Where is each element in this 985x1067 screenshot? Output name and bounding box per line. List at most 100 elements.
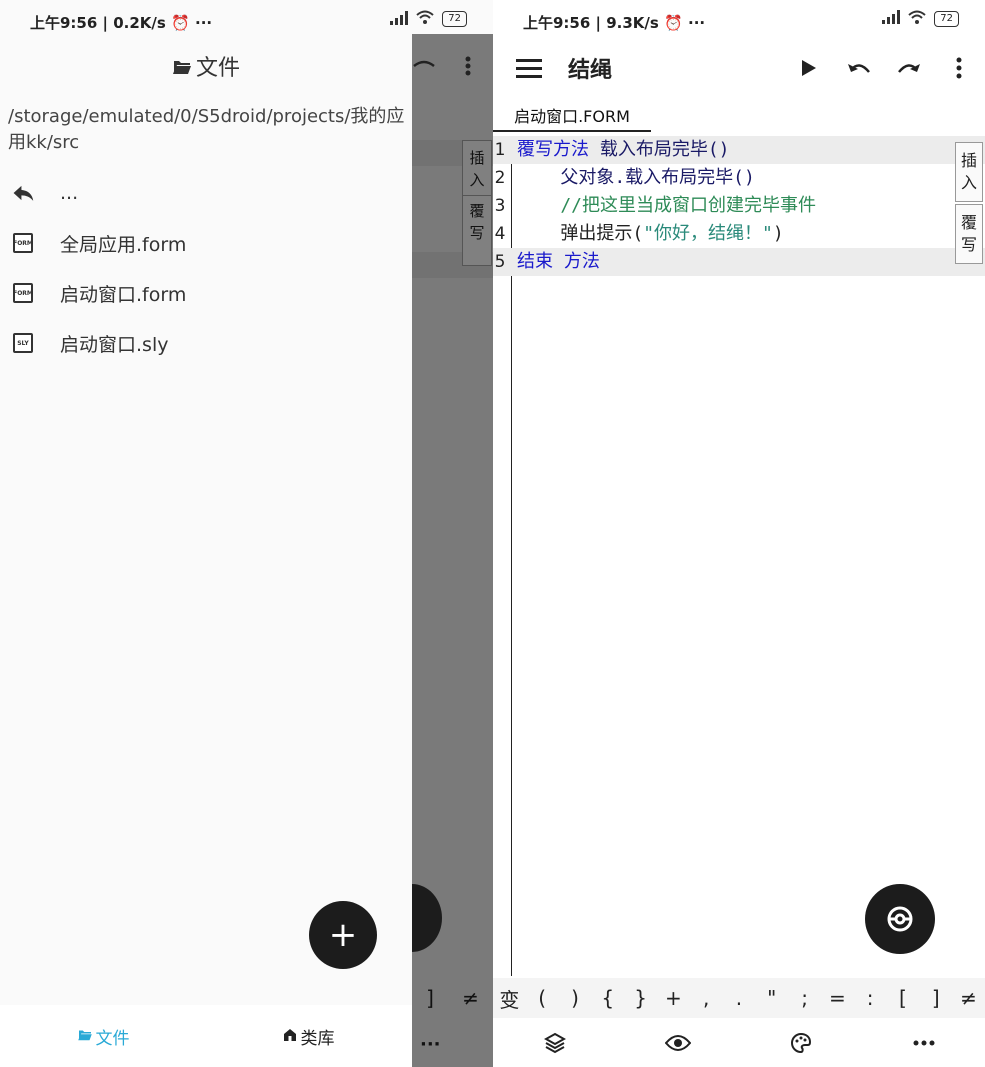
compile-icon xyxy=(887,906,913,932)
line-number: 2 xyxy=(494,168,506,188)
alarm-icon: ⏰ xyxy=(664,14,683,32)
eye-icon xyxy=(664,1034,691,1051)
keyword-token: 覆写方法 xyxy=(517,139,589,160)
side-btn-char: 覆 xyxy=(960,213,977,232)
file-list: ... FORM 全局应用.form FORM 启动窗口.form SLY 启动… xyxy=(0,168,412,368)
code-editor[interactable]: 1 覆写方法 载入布局完毕() 2 父对象.载入布局完毕() 3 //把这里当成… xyxy=(493,136,985,976)
dim-side-char: 写 xyxy=(469,224,485,242)
tab-startup-form[interactable]: 启动窗口.FORM xyxy=(493,100,651,132)
home-icon xyxy=(283,1026,296,1046)
preview-button[interactable] xyxy=(658,1023,698,1063)
list-item-file[interactable]: FORM 全局应用.form xyxy=(0,218,412,268)
dim-symbol: ] xyxy=(426,986,434,1010)
string-token: "你好，结绳！" xyxy=(643,223,773,244)
form-file-icon: FORM xyxy=(12,282,34,304)
code-line[interactable]: 4 弹出提示("你好，结绳！") xyxy=(493,220,985,248)
undo-button[interactable] xyxy=(843,52,875,84)
dim-side-char: 入 xyxy=(469,171,485,189)
layers-icon xyxy=(543,1032,566,1053)
drawer-title-text: 文件 xyxy=(195,56,240,81)
code-line[interactable]: 5 结束 方法 xyxy=(493,248,985,276)
overwrite-button[interactable]: 覆 写 xyxy=(955,204,983,264)
symbol-key[interactable]: [ xyxy=(892,986,914,1010)
run-button[interactable] xyxy=(793,52,825,84)
wifi-icon xyxy=(908,10,926,28)
current-path: /storage/emulated/0/S5droid/projects/我的应… xyxy=(8,106,405,153)
list-item-parent[interactable]: ... xyxy=(0,168,412,218)
symbol-key[interactable]: ) xyxy=(564,986,586,1010)
status-time: 上午9:56 | 9.3K/s ⏰ ··· xyxy=(523,12,705,33)
symbol-key[interactable]: " xyxy=(761,986,783,1010)
list-item-file[interactable]: FORM 启动窗口.form xyxy=(0,268,412,318)
symbol-key[interactable]: + xyxy=(662,986,684,1010)
symbol-key[interactable]: ≠ xyxy=(958,986,980,1010)
code-line[interactable]: 2 父对象.载入布局完毕() xyxy=(493,164,985,192)
wifi-icon xyxy=(416,10,434,28)
file-badge: FORM xyxy=(13,283,33,303)
dim-symbol: ≠ xyxy=(462,986,479,1010)
tab-files[interactable]: 文件 xyxy=(0,1005,206,1067)
editor-toolbar: 结绳 xyxy=(493,42,985,94)
dim-side-buttons: 插 入 覆 写 xyxy=(462,140,492,266)
symbol-key[interactable]: = xyxy=(826,986,848,1010)
status-icons: 72 xyxy=(882,10,959,28)
symbol-key[interactable]: ] xyxy=(925,986,947,1010)
file-label: 启动窗口.sly xyxy=(60,333,169,356)
signal-icon xyxy=(882,10,901,28)
dim-symbol-bar: ] ≠ xyxy=(412,978,493,1018)
battery-icon: 72 xyxy=(442,11,467,27)
file-badge: SLY xyxy=(13,333,33,353)
theme-button[interactable] xyxy=(781,1023,821,1063)
symbol-key[interactable]: } xyxy=(630,986,652,1010)
tab-library[interactable]: 类库 xyxy=(206,1005,412,1067)
play-icon xyxy=(802,60,816,76)
layers-button[interactable] xyxy=(535,1023,575,1063)
list-item-file[interactable]: SLY 启动窗口.sly xyxy=(0,318,412,368)
status-time-text: 上午9:56 | 0.2K/s xyxy=(30,14,166,32)
redo-icon xyxy=(898,64,920,73)
file-label: 全局应用.form xyxy=(60,233,187,256)
comment-text: //把这里当成窗口创建完毕事件 xyxy=(517,195,817,216)
insert-button[interactable]: 插 入 xyxy=(955,142,983,202)
symbol-key[interactable]: ( xyxy=(531,986,553,1010)
menu-button[interactable] xyxy=(513,52,545,84)
build-fab[interactable] xyxy=(865,884,935,954)
drawer-bottom-tabs: 文件 类库 xyxy=(0,1005,412,1067)
status-bar: 上午9:56 | 9.3K/s ⏰ ··· 72 xyxy=(493,0,985,42)
symbol-key[interactable]: . xyxy=(728,986,750,1010)
file-badge: FORM xyxy=(13,233,33,253)
side-btn-char: 入 xyxy=(960,173,977,192)
symbol-key[interactable]: { xyxy=(597,986,619,1010)
line-number: 5 xyxy=(494,252,506,272)
code-token: 弹出提示( xyxy=(517,223,644,244)
dimmed-editor-overlay[interactable]: 插 入 覆 写 ] ≠ ··· xyxy=(382,34,493,1067)
dim-toolbar xyxy=(412,56,493,90)
folder-icon xyxy=(77,1026,93,1046)
form-file-icon: FORM xyxy=(12,232,34,254)
side-buttons: 插 入 覆 写 xyxy=(955,142,983,264)
editor-bottom-bar xyxy=(493,1018,985,1067)
status-bar: 上午9:56 | 0.2K/s ⏰ ··· xyxy=(0,0,412,42)
status-icons: 72 xyxy=(390,10,467,28)
status-time: 上午9:56 | 0.2K/s ⏰ ··· xyxy=(30,12,212,33)
symbol-key[interactable]: ; xyxy=(794,986,816,1010)
status-time-text: 上午9:56 | 9.3K/s xyxy=(523,14,659,32)
right-screen: 上午9:56 | 9.3K/s ⏰ ··· 72 结绳 启动窗口.FORM 1 … xyxy=(493,0,985,1067)
symbol-key[interactable]: 变 xyxy=(498,984,520,1013)
code-line[interactable]: 3 //把这里当成窗口创建完毕事件 xyxy=(493,192,985,220)
code-text: 父对象.载入布局完毕() xyxy=(517,167,755,188)
symbol-key[interactable]: , xyxy=(695,986,717,1010)
more-options-button[interactable] xyxy=(943,52,975,84)
more-tools-button[interactable] xyxy=(904,1023,944,1063)
left-screen: 插 入 覆 写 ] ≠ ··· 上午9:56 | 0.2K/s ⏰ ··· 文件… xyxy=(0,0,493,1067)
line-number: 1 xyxy=(494,140,506,160)
status-dots: ··· xyxy=(688,14,706,32)
status-dots: ··· xyxy=(195,14,213,32)
symbol-key[interactable]: : xyxy=(859,986,881,1010)
add-file-button[interactable]: + xyxy=(309,901,377,969)
undo-icon xyxy=(848,64,870,73)
redo-button[interactable] xyxy=(893,52,925,84)
code-line[interactable]: 1 覆写方法 载入布局完毕() xyxy=(493,136,985,164)
sly-file-icon: SLY xyxy=(12,332,34,354)
side-btn-char: 写 xyxy=(960,235,977,254)
